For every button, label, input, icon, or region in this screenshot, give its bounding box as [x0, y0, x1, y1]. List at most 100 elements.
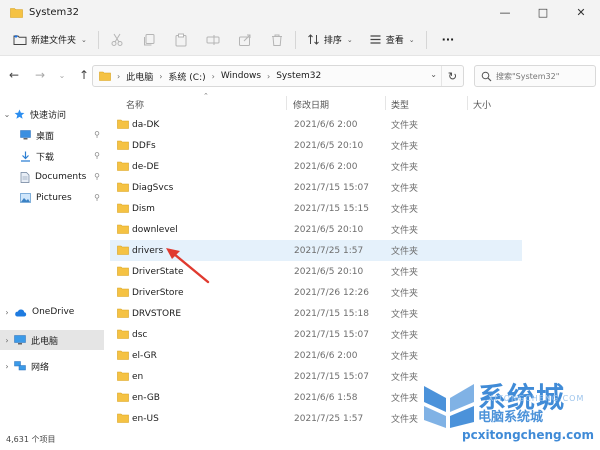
sort-button[interactable]: 排序 ⌄ [302, 28, 358, 52]
nav-label: 桌面 [36, 131, 55, 142]
table-row[interactable]: DDFs 2021/6/5 20:10 文件夹 [110, 135, 522, 156]
file-name: DriverStore [132, 287, 184, 298]
breadcrumb-windows[interactable]: Windows [221, 71, 261, 81]
file-type: 文件夹 [391, 331, 419, 341]
trash-icon [271, 34, 282, 46]
chevron-right-icon[interactable]: › [0, 362, 14, 371]
table-row[interactable]: downlevel 2021/6/5 20:10 文件夹 [110, 219, 522, 240]
pin-icon[interactable]: ⚲ [94, 130, 100, 139]
file-name: el-GR [132, 350, 157, 361]
nav-item-quick-access[interactable]: ⌄ 快速访问 [0, 104, 104, 124]
window-controls: — □ ✕ [486, 0, 600, 24]
view-button[interactable]: 查看 ⌄ [364, 28, 420, 52]
file-type: 文件夹 [391, 142, 419, 152]
nav-item-documents[interactable]: Documents ⚲ [0, 167, 104, 187]
more-options-button[interactable]: ··· [433, 28, 460, 52]
search-input[interactable] [496, 71, 592, 81]
column-header-name[interactable]: 名称 [126, 94, 144, 114]
nav-item-this-pc[interactable]: › 此电脑 [0, 330, 104, 350]
back-button[interactable]: ← [4, 65, 24, 85]
breadcrumb-system32[interactable]: System32 [276, 71, 321, 81]
file-date: 2021/7/15 15:15 [294, 203, 369, 214]
folder-icon [117, 203, 129, 213]
watermark-domain: XITONGCHENG.COM [488, 394, 585, 403]
nav-label: Documents [35, 172, 87, 182]
nav-label: Pictures [36, 193, 72, 203]
file-type: 文件夹 [391, 352, 419, 362]
file-type: 文件夹 [391, 163, 419, 173]
column-header-size[interactable]: 大小 [473, 94, 491, 114]
cut-button[interactable] [105, 28, 129, 52]
file-type: 文件夹 [391, 373, 419, 383]
table-row[interactable]: de-DE 2021/6/6 2:00 文件夹 [110, 156, 522, 177]
nav-item-downloads[interactable]: 下载 ⚲ [0, 146, 104, 166]
pin-icon[interactable]: ⚲ [94, 193, 100, 202]
column-header-type[interactable]: 类型 [391, 94, 409, 114]
cloud-icon [15, 308, 27, 316]
cut-icon [111, 33, 123, 46]
chevron-down-icon: ⌄ [58, 70, 66, 80]
chevron-down-icon: ⌄ [81, 35, 87, 44]
maximize-button[interactable]: □ [524, 0, 562, 24]
close-button[interactable]: ✕ [562, 0, 600, 24]
file-name: DDFs [132, 140, 156, 151]
folder-icon [117, 245, 129, 255]
chevron-down-icon[interactable]: ⌄ [430, 70, 437, 79]
table-row[interactable]: Dism 2021/7/15 15:15 文件夹 [110, 198, 522, 219]
folder-icon [117, 161, 129, 171]
address-bar[interactable]: › 此电脑 › 系统 (C:) › Windows › System32 ⌄ ↻ [92, 65, 464, 87]
star-icon [14, 109, 25, 119]
nav-item-desktop[interactable]: 桌面 ⚲ [0, 125, 104, 145]
view-icon [370, 35, 381, 44]
nav-item-network[interactable]: › 网络 [0, 356, 104, 376]
file-name: de-DE [132, 161, 160, 172]
column-header-modified[interactable]: 修改日期 [293, 94, 329, 114]
paste-button[interactable] [169, 28, 193, 52]
column-divider[interactable] [467, 96, 468, 110]
file-name: DRVSTORE [132, 308, 182, 319]
search-box[interactable] [474, 65, 596, 87]
delete-button[interactable] [265, 28, 289, 52]
column-divider[interactable] [286, 96, 287, 110]
share-button[interactable] [233, 28, 257, 52]
chevron-down-icon[interactable]: ⌄ [0, 110, 14, 119]
table-row[interactable]: DiagSvcs 2021/7/15 15:07 文件夹 [110, 177, 522, 198]
breadcrumb-separator-icon: › [211, 71, 215, 81]
table-row[interactable]: DRVSTORE 2021/7/15 15:18 文件夹 [110, 303, 522, 324]
breadcrumb-this-pc[interactable]: 此电脑 [126, 70, 153, 83]
file-date: 2021/7/15 15:07 [294, 329, 369, 340]
file-date: 2021/7/26 12:26 [294, 287, 369, 298]
table-row[interactable]: el-GR 2021/6/6 2:00 文件夹 [110, 345, 522, 366]
table-row[interactable]: dsc 2021/7/15 15:07 文件夹 [110, 324, 522, 345]
chevron-right-icon[interactable]: › [0, 336, 14, 345]
pin-icon[interactable]: ⚲ [94, 151, 100, 160]
file-date: 2021/7/25 1:57 [294, 245, 364, 256]
minimize-button[interactable]: — [486, 0, 524, 24]
breadcrumb-c-drive[interactable]: 系统 (C:) [168, 70, 205, 83]
file-date: 2021/6/5 20:10 [294, 140, 364, 151]
nav-item-onedrive[interactable]: › OneDrive [0, 302, 104, 322]
forward-button[interactable]: → [30, 65, 50, 85]
column-divider[interactable] [385, 96, 386, 110]
up-button[interactable]: ↑ [74, 65, 94, 85]
chevron-right-icon[interactable]: › [0, 308, 14, 317]
nav-item-pictures[interactable]: Pictures ⚲ [0, 188, 104, 208]
copy-button[interactable] [137, 28, 161, 52]
table-row[interactable]: da-DK 2021/6/6 2:00 文件夹 [110, 114, 522, 135]
file-date: 2021/6/6 1:58 [294, 392, 358, 403]
refresh-button[interactable]: ↻ [441, 66, 463, 86]
watermark-url: pcxitongcheng.com [462, 428, 595, 442]
file-date: 2021/6/5 20:10 [294, 266, 364, 277]
pictures-icon [20, 193, 31, 203]
file-date: 2021/7/15 15:07 [294, 182, 369, 193]
title-bar: System32 — □ ✕ [0, 0, 600, 24]
recent-locations-button[interactable]: ⌄ [52, 65, 72, 85]
pin-icon[interactable]: ⚲ [94, 172, 100, 181]
search-icon [481, 71, 492, 81]
new-folder-button[interactable]: 新建文件夹 ⌄ [8, 28, 92, 52]
rename-button[interactable] [201, 28, 225, 52]
breadcrumb-separator-icon: › [159, 71, 163, 81]
up-arrow-icon: ↑ [78, 68, 90, 82]
watermark-logo-icon [424, 384, 474, 428]
folder-icon [117, 287, 129, 297]
